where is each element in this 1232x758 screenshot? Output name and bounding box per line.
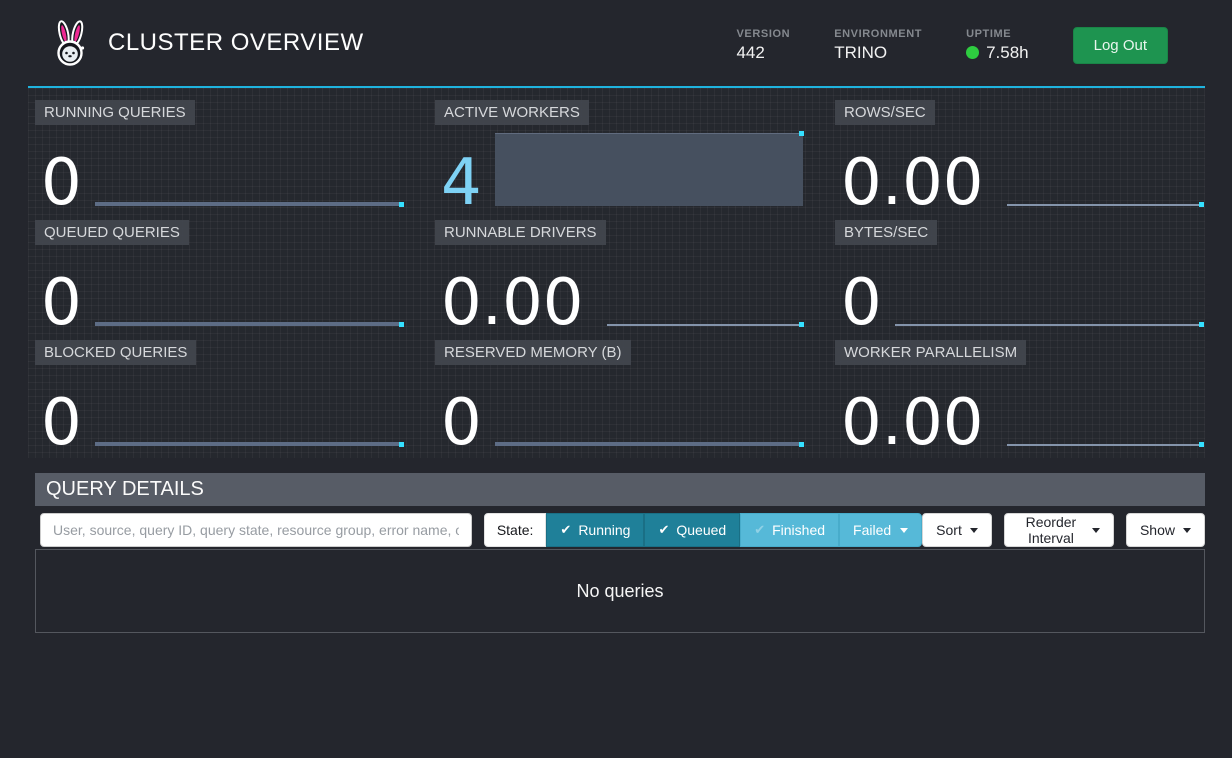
tile-bytes-per-sec: BYTES/SEC 0 [835, 220, 1205, 335]
version-label: VERSION [736, 28, 790, 40]
sparkline [95, 253, 403, 326]
tile-running-queries: RUNNING QUERIES 0 [35, 100, 405, 215]
uptime-value-row: 7.58h [966, 43, 1029, 63]
version-value: 442 [736, 43, 790, 63]
show-dropdown-button[interactable]: Show [1126, 513, 1205, 547]
tile-value: 0.00 [841, 151, 984, 215]
query-list-empty-state: No queries [35, 549, 1205, 633]
caret-down-icon [1183, 528, 1191, 533]
query-details-section: QUERY DETAILS State: ✔ Running ✔ Queued … [35, 473, 1205, 633]
tile-reserved-memory: RESERVED MEMORY (B) 0 [435, 340, 805, 455]
check-icon: ✔ [658, 522, 669, 538]
sparkline-dot-icon [799, 131, 804, 136]
tile-label: WORKER PARALLELISM [835, 340, 1026, 365]
tile-label: ACTIVE WORKERS [435, 100, 589, 125]
sparkline-dot-icon [399, 442, 404, 447]
sparkline [895, 253, 1203, 326]
sort-dropdown-button[interactable]: Sort [922, 513, 992, 547]
tile-label: RESERVED MEMORY (B) [435, 340, 631, 365]
tile-value: 0 [41, 151, 82, 215]
sparkline-dot-icon [799, 442, 804, 447]
tile-runnable-drivers: RUNNABLE DRIVERS 0.00 [435, 220, 805, 335]
sparkline-dot-icon [1199, 442, 1204, 447]
sparkline [607, 253, 803, 326]
tile-rows-per-sec: ROWS/SEC 0.00 [835, 100, 1205, 215]
state-filter-running[interactable]: ✔ Running [546, 513, 644, 547]
tile-label: BYTES/SEC [835, 220, 937, 245]
sparkline [495, 373, 803, 446]
tile-label: ROWS/SEC [835, 100, 935, 125]
caret-down-icon [1092, 528, 1100, 533]
tile-value: 0 [841, 271, 882, 335]
toolbar-right-buttons: Sort Reorder Interval Show [922, 513, 1205, 547]
sparkline [495, 133, 803, 206]
sparkline [95, 133, 403, 206]
state-filter-label: State: [484, 513, 547, 547]
query-details-title: QUERY DETAILS [46, 478, 204, 500]
sparkline-dot-icon [1199, 322, 1204, 327]
tile-queued-queries: QUEUED QUERIES 0 [35, 220, 405, 335]
tile-worker-parallelism: WORKER PARALLELISM 0.00 [835, 340, 1205, 455]
environment-stat: ENVIRONMENT TRINO [834, 28, 922, 63]
tile-label: BLOCKED QUERIES [35, 340, 196, 365]
tile-value: 0 [441, 391, 482, 455]
uptime-stat: UPTIME 7.58h [966, 28, 1029, 63]
tile-value: 0.00 [441, 271, 584, 335]
state-filter-queued[interactable]: ✔ Queued [644, 513, 740, 547]
environment-label: ENVIRONMENT [834, 28, 922, 40]
tile-label: RUNNABLE DRIVERS [435, 220, 606, 245]
query-details-header: QUERY DETAILS [35, 473, 1205, 506]
version-stat: VERSION 442 [736, 28, 790, 63]
state-filter-failed-dropdown[interactable]: Failed [839, 513, 922, 547]
state-filter-finished[interactable]: ✔ Finished [740, 513, 839, 547]
sparkline [1007, 373, 1203, 446]
sparkline-dot-icon [1199, 202, 1204, 207]
stat-tiles-grid: RUNNING QUERIES 0 ACTIVE WORKERS 4 ROWS/… [35, 100, 1205, 455]
tile-active-workers: ACTIVE WORKERS 4 [435, 100, 805, 215]
sparkline-dot-icon [399, 202, 404, 207]
tile-blocked-queries: BLOCKED QUERIES 0 [35, 340, 405, 455]
trino-bunny-logo-icon [50, 20, 90, 72]
page-title: CLUSTER OVERVIEW [108, 29, 364, 57]
environment-value: TRINO [834, 43, 922, 63]
tile-label: RUNNING QUERIES [35, 100, 195, 125]
check-icon: ✔ [560, 522, 571, 538]
uptime-status-dot-icon [966, 46, 979, 59]
reorder-interval-dropdown-button[interactable]: Reorder Interval [1004, 513, 1114, 547]
tile-value: 4 [441, 151, 482, 215]
uptime-value: 7.58h [986, 43, 1029, 63]
tile-value: 0 [41, 391, 82, 455]
sparkline-dot-icon [799, 322, 804, 327]
tile-value: 0 [41, 271, 82, 335]
caret-down-icon [900, 528, 908, 533]
sparkline-dot-icon [399, 322, 404, 327]
header-status-group: VERSION 442 ENVIRONMENT TRINO UPTIME 7.5… [736, 23, 1205, 64]
sparkline [95, 373, 403, 446]
no-queries-message: No queries [576, 581, 663, 602]
cluster-stats-section: RUNNING QUERIES 0 ACTIVE WORKERS 4 ROWS/… [28, 88, 1205, 458]
caret-down-icon [970, 528, 978, 533]
state-filter-group: State: ✔ Running ✔ Queued ✔ Finished Fai… [484, 513, 922, 547]
uptime-label: UPTIME [966, 28, 1029, 40]
query-details-toolbar: State: ✔ Running ✔ Queued ✔ Finished Fai… [35, 513, 1205, 547]
logout-button[interactable]: Log Out [1073, 27, 1168, 64]
tile-label: QUEUED QUERIES [35, 220, 189, 245]
sparkline [1007, 133, 1203, 206]
query-search-input[interactable] [40, 513, 472, 547]
check-icon: ✔ [754, 522, 765, 538]
tile-value: 0.00 [841, 391, 984, 455]
app-header: CLUSTER OVERVIEW VERSION 442 ENVIRONMENT… [28, 0, 1205, 88]
